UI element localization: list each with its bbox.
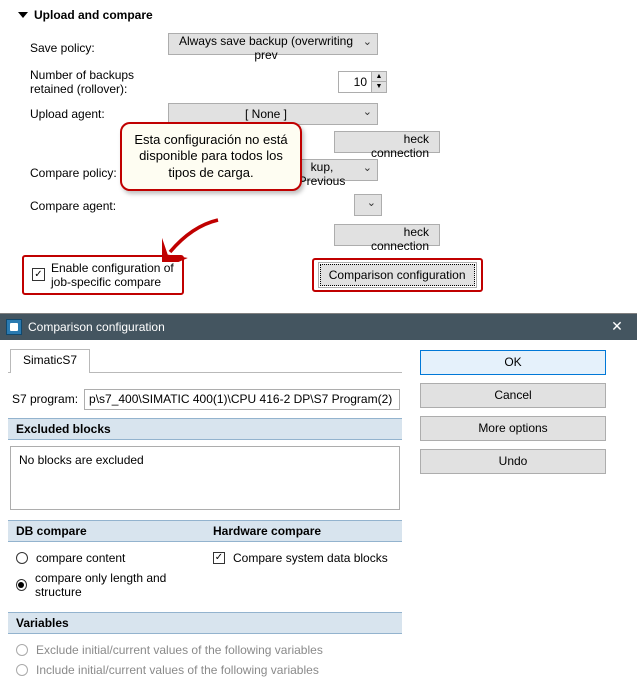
variables-include-radio: Include initial/current values of the fo… [16, 660, 394, 680]
excluded-blocks-box[interactable]: No blocks are excluded [10, 446, 400, 510]
tab-simatic-s7[interactable]: SimaticS7 [10, 349, 90, 373]
ok-button[interactable]: OK [420, 350, 606, 375]
excluded-blocks-header: Excluded blocks [8, 418, 402, 440]
check-connection-button-2[interactable]: heck connection [334, 224, 440, 246]
more-options-button[interactable]: More options [420, 416, 606, 441]
excluded-blocks-message: No blocks are excluded [19, 453, 144, 467]
dialog-icon [6, 319, 22, 335]
enable-job-specific-compare-box: ✓ Enable configuration of job-specific c… [22, 255, 184, 295]
row-check-connection-1: heck connection [0, 128, 637, 156]
enable-job-specific-compare-checkbox[interactable]: ✓ [32, 268, 45, 281]
dialog-left-pane: SimaticS7 S7 program: Excluded blocks No… [8, 348, 402, 690]
cancel-button[interactable]: Cancel [420, 383, 606, 408]
radio-disabled-icon [16, 644, 28, 656]
radio-disabled-icon [16, 664, 28, 676]
hardware-compare-header: Hardware compare [205, 520, 402, 542]
enable-job-specific-compare-label: Enable configuration of job-specific com… [51, 261, 174, 289]
row-compare-policy: Compare policy: kup, Previous [0, 156, 637, 191]
variables-header: Variables [8, 612, 402, 634]
spinner-up-icon[interactable]: ▲ [372, 72, 386, 82]
chevron-down-icon [18, 12, 28, 18]
s7-program-label: S7 program: [12, 392, 78, 406]
upload-compare-panel: Upload and compare Save policy: Always s… [0, 0, 637, 313]
radio-icon [16, 552, 28, 564]
save-policy-dropdown[interactable]: Always save backup (overwriting prev [168, 33, 378, 55]
section-title: Upload and compare [34, 8, 153, 22]
comparison-configuration-dialog: Comparison configuration ✕ SimaticS7 S7 … [0, 313, 637, 690]
highlight-row: ✓ Enable configuration of job-specific c… [0, 249, 637, 303]
variables-options: Exclude initial/current values of the fo… [8, 634, 402, 690]
s7-program-input[interactable] [84, 389, 400, 410]
row-upload-agent: Upload agent: [ None ] [0, 100, 637, 128]
row-check-connection-2: heck connection [0, 221, 637, 249]
row-s7-program: S7 program: [8, 373, 402, 418]
close-icon[interactable]: ✕ [597, 314, 637, 340]
db-compare-length-radio[interactable]: compare only length and structure [16, 568, 197, 602]
row-compare-agent: Compare agent: [0, 191, 637, 221]
db-compare-content-radio[interactable]: compare content [16, 548, 197, 568]
dialog-button-column: OK Cancel More options Undo [420, 348, 606, 690]
tabstrip: SimaticS7 [8, 348, 402, 373]
section-header[interactable]: Upload and compare [0, 4, 637, 30]
backups-retained-input[interactable] [338, 71, 372, 93]
upload-agent-label: Upload agent: [30, 107, 168, 121]
variables-exclude-radio: Exclude initial/current values of the fo… [16, 640, 394, 660]
check-connection-button-1[interactable]: heck connection [334, 131, 440, 153]
red-arrow-icon [162, 218, 222, 262]
compare-columns: DB compare compare content compare only … [8, 520, 402, 612]
spinner-down-icon[interactable]: ▼ [372, 82, 386, 92]
comparison-configuration-button[interactable]: Comparison configuration [320, 264, 475, 286]
save-policy-label: Save policy: [30, 41, 168, 55]
comparison-configuration-box: Comparison configuration [312, 258, 483, 292]
callout-note: Esta configuración no está disponible pa… [120, 122, 302, 191]
row-save-policy: Save policy: Always save backup (overwri… [0, 30, 637, 65]
hw-compare-system-blocks-checkbox[interactable]: ✓ Compare system data blocks [213, 548, 394, 568]
dialog-titlebar[interactable]: Comparison configuration ✕ [0, 314, 637, 340]
backups-retained-spinner[interactable]: ▲ ▼ [338, 71, 387, 93]
undo-button[interactable]: Undo [420, 449, 606, 474]
db-compare-header: DB compare [8, 520, 205, 542]
radio-selected-icon [16, 579, 27, 591]
dialog-title: Comparison configuration [28, 320, 165, 334]
compare-agent-label: Compare agent: [30, 199, 168, 213]
backups-retained-label: Number of backups retained (rollover): [30, 68, 168, 97]
row-backup-count: Number of backups retained (rollover): ▲… [0, 65, 637, 100]
dialog-body: SimaticS7 S7 program: Excluded blocks No… [0, 340, 637, 690]
compare-agent-dropdown[interactable] [354, 194, 382, 216]
checkbox-checked-icon: ✓ [213, 552, 225, 564]
